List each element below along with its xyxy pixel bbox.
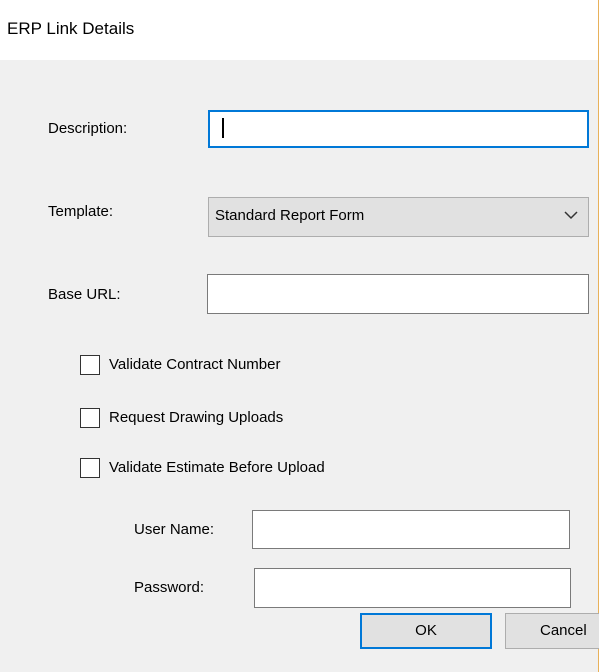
base-url-label: Base URL: (48, 286, 121, 303)
validate-estimate-label: Validate Estimate Before Upload (109, 459, 325, 476)
template-label: Template: (48, 203, 114, 220)
user-name-input[interactable] (252, 510, 570, 549)
erp-link-details-dialog: ERP Link Details Description: Template: … (0, 0, 599, 672)
dialog-title: ERP Link Details (7, 19, 135, 38)
template-selected-value: Standard Report Form (215, 207, 365, 224)
user-name-label: User Name: (134, 521, 215, 538)
validate-contract-number-label: Validate Contract Number (109, 356, 281, 373)
password-input[interactable] (254, 568, 571, 608)
text-caret (222, 118, 224, 138)
ok-button[interactable]: OK (360, 613, 492, 649)
chevron-down-icon (564, 211, 578, 220)
title-bar: ERP Link Details (0, 0, 598, 60)
description-input[interactable] (208, 110, 589, 148)
validate-contract-number-checkbox[interactable] (80, 355, 100, 375)
template-select[interactable]: Standard Report Form (208, 197, 589, 237)
cancel-button[interactable]: Cancel (505, 613, 599, 649)
base-url-input[interactable] (207, 274, 589, 314)
description-label: Description: (48, 120, 128, 137)
password-label: Password: (134, 579, 205, 596)
validate-estimate-checkbox[interactable] (80, 458, 100, 478)
request-drawing-uploads-checkbox[interactable] (80, 408, 100, 428)
request-drawing-uploads-label: Request Drawing Uploads (109, 409, 284, 426)
